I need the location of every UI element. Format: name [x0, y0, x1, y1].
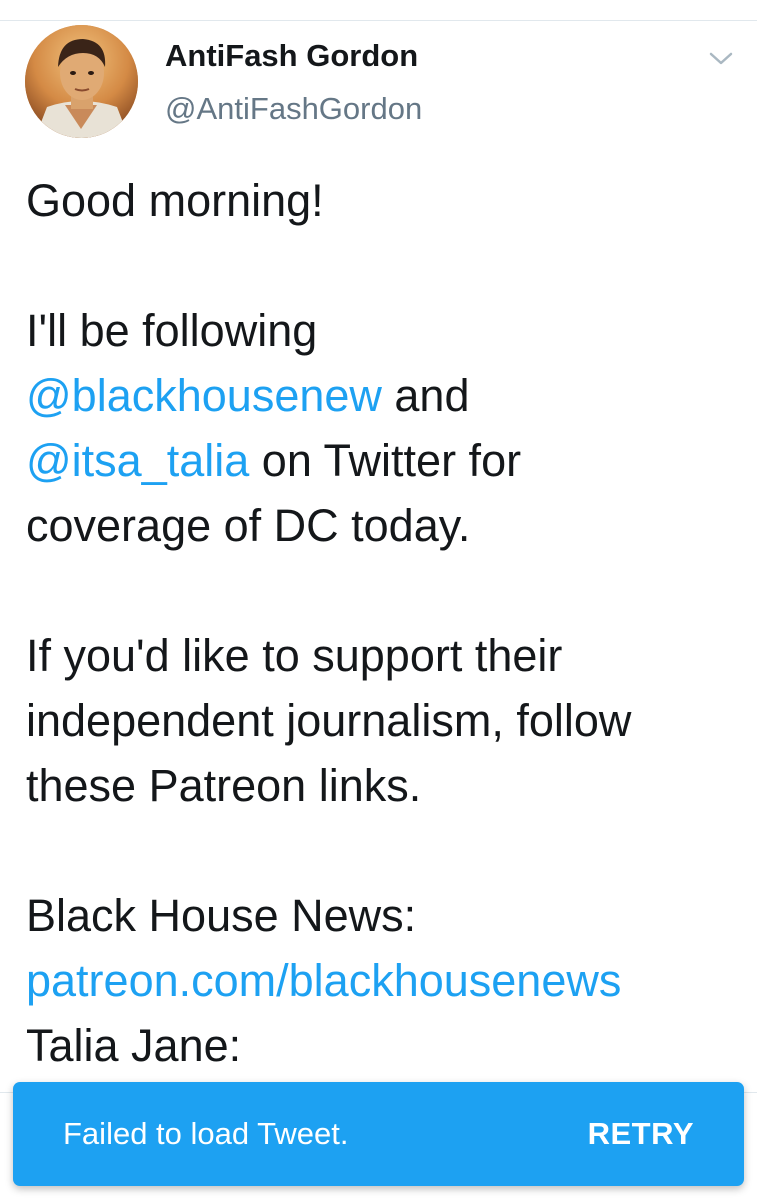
tweet-text-fragment: on Twitter for [249, 435, 522, 486]
chevron-down-icon[interactable] [706, 44, 736, 74]
tweet-line: I'll be following [26, 305, 318, 356]
tweet-line: Talia Jane: [26, 1020, 242, 1071]
toast-message: Failed to load Tweet. [63, 1116, 349, 1151]
error-toast: Failed to load Tweet. RETRY [13, 1082, 744, 1186]
tweet-line: If you'd like to support their [26, 630, 563, 681]
tweet-line: these Patreon links. [26, 760, 422, 811]
mention-link[interactable]: @itsa_talia [26, 435, 249, 486]
mention-link[interactable]: @blackhousenew [26, 370, 382, 421]
tweet-line: coverage of DC today. [26, 500, 471, 551]
avatar-image [25, 25, 138, 138]
top-divider [0, 20, 757, 21]
author-handle[interactable]: @AntiFashGordon [165, 91, 422, 127]
avatar[interactable] [25, 25, 138, 138]
tweet-line: @blackhousenew and [26, 363, 738, 428]
tweet-line: @itsa_talia on Twitter for [26, 428, 738, 493]
author-display-name[interactable]: AntiFash Gordon [165, 38, 418, 74]
tweet-screen: AntiFash Gordon @AntiFashGordon Good mor… [0, 0, 757, 1200]
tweet-line: Good morning! [26, 175, 324, 226]
tweet-line: independent journalism, follow [26, 695, 632, 746]
tweet-text-fragment: and [381, 370, 470, 421]
patreon-link[interactable]: patreon.com/blackhousenews [26, 948, 738, 1013]
tweet-line: Black House News: [26, 890, 417, 941]
retry-button[interactable]: RETRY [588, 1116, 694, 1152]
tweet-text: Good morning! I'll be following @blackho… [26, 168, 738, 1078]
